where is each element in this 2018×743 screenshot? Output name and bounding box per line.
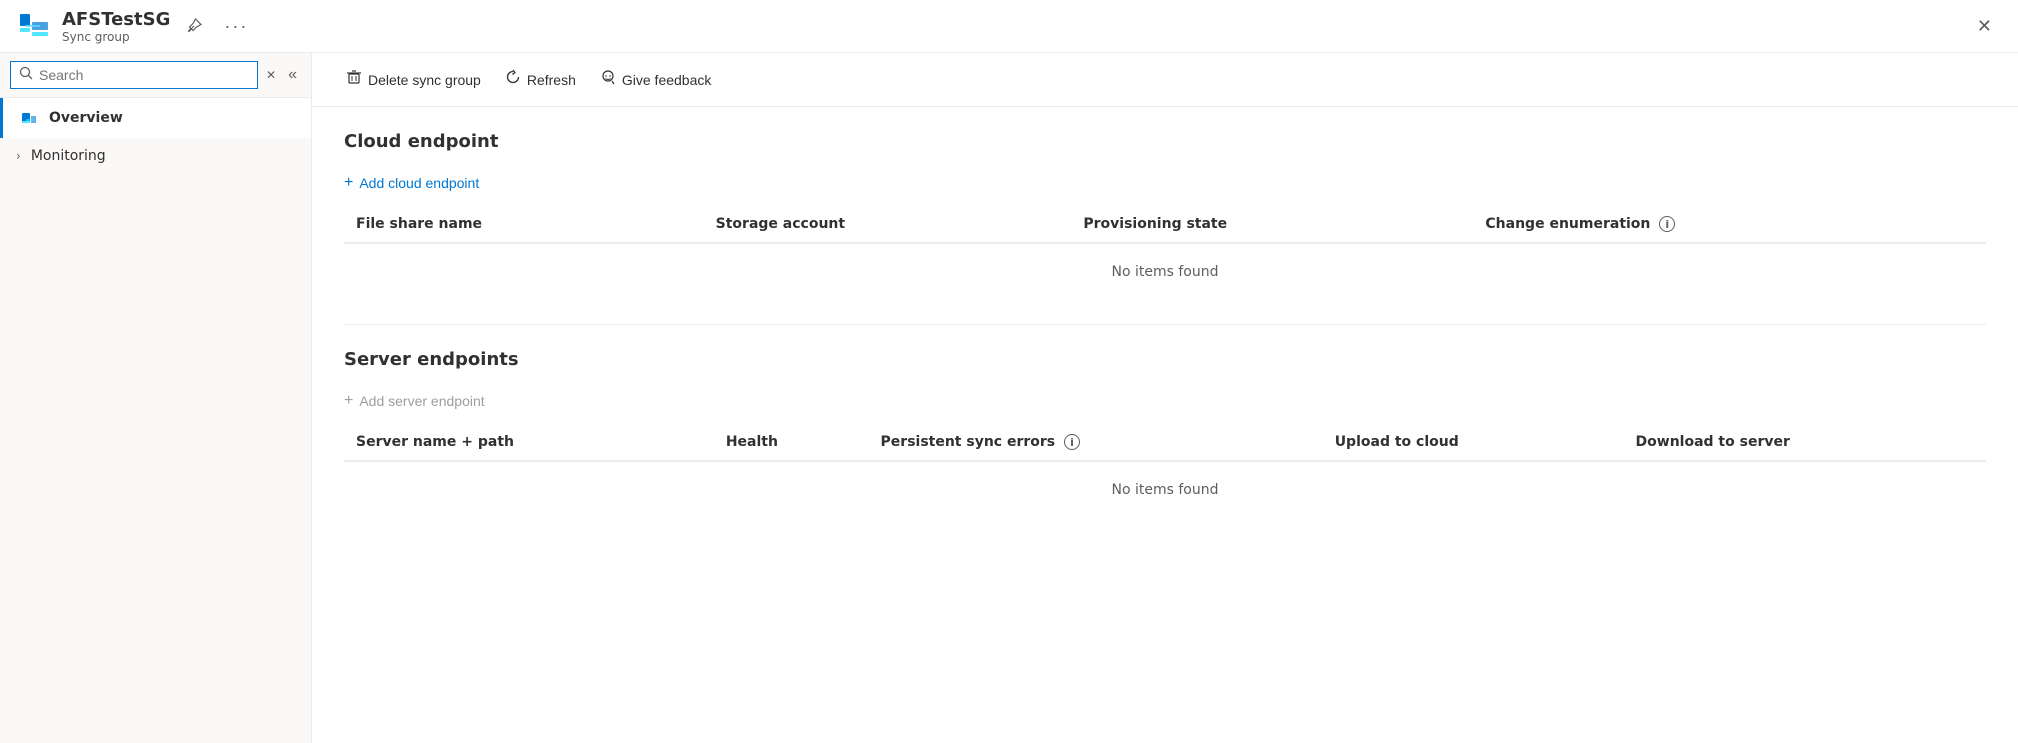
add-server-endpoint-button[interactable]: + Add server endpoint <box>344 386 485 416</box>
app-title: AFSTestSG <box>62 9 170 30</box>
app-subtitle: Sync group <box>62 30 170 44</box>
search-bar: ✕ « <box>0 53 311 98</box>
search-icon <box>19 66 33 84</box>
plus-icon: + <box>344 174 353 192</box>
col-file-share-name: File share name <box>344 206 704 243</box>
toolbar: Delete sync group Refresh <box>312 53 2018 107</box>
content-area: Delete sync group Refresh <box>312 53 2018 743</box>
top-bar-left: AFSTestSG Sync group ··· <box>16 8 254 44</box>
server-endpoints-title: Server endpoints <box>344 349 1986 370</box>
change-enumeration-info-icon[interactable]: i <box>1659 216 1675 232</box>
cloud-endpoint-title: Cloud endpoint <box>344 131 1986 152</box>
col-upload-to-cloud: Upload to cloud <box>1323 424 1624 461</box>
sidebar-item-monitoring[interactable]: › Monitoring <box>0 138 311 174</box>
col-provisioning-state: Provisioning state <box>1071 206 1473 243</box>
add-server-endpoint-label: Add server endpoint <box>359 393 484 409</box>
cloud-endpoint-no-items-row: No items found <box>344 243 1986 300</box>
cloud-endpoint-table: File share name Storage account Provisio… <box>344 206 1986 300</box>
monitoring-label: Monitoring <box>31 148 106 164</box>
pin-icon <box>186 18 202 34</box>
more-icon: ··· <box>224 16 248 37</box>
cloud-endpoint-no-items-text: No items found <box>344 243 1986 300</box>
app-icon <box>16 8 52 44</box>
server-endpoints-section: Server endpoints + Add server endpoint S… <box>312 325 2018 542</box>
refresh-button[interactable]: Refresh <box>495 63 586 96</box>
server-endpoints-table-header: Server name + path Health Persistent syn… <box>344 424 1986 461</box>
refresh-label: Refresh <box>527 72 576 88</box>
persistent-sync-errors-info-icon[interactable]: i <box>1064 434 1080 450</box>
search-clear-button[interactable]: ✕ <box>262 68 280 82</box>
cloud-endpoint-section: Cloud endpoint + Add cloud endpoint File… <box>312 107 2018 324</box>
add-cloud-endpoint-button[interactable]: + Add cloud endpoint <box>344 168 479 198</box>
server-endpoints-table: Server name + path Health Persistent syn… <box>344 424 1986 518</box>
delete-icon <box>346 69 362 90</box>
col-health: Health <box>714 424 869 461</box>
refresh-icon <box>505 69 521 90</box>
chevron-right-icon: › <box>16 149 21 163</box>
search-input-wrapper <box>10 61 258 89</box>
plus-server-icon: + <box>344 392 353 410</box>
sidebar: ✕ « Overview › Monitoring <box>0 53 312 743</box>
more-button[interactable]: ··· <box>218 12 254 41</box>
title-group: AFSTestSG Sync group <box>62 9 170 44</box>
col-persistent-sync-errors: Persistent sync errors i <box>869 424 1323 461</box>
overview-label: Overview <box>49 110 123 126</box>
delete-sync-group-label: Delete sync group <box>368 72 481 88</box>
give-feedback-label: Give feedback <box>622 72 712 88</box>
search-collapse-button[interactable]: « <box>284 62 301 88</box>
feedback-icon <box>600 69 616 90</box>
sidebar-item-overview[interactable]: Overview <box>0 98 311 138</box>
main-layout: ✕ « Overview › Monitoring <box>0 53 2018 743</box>
cloud-endpoint-table-header: File share name Storage account Provisio… <box>344 206 1986 243</box>
server-endpoints-no-items-row: No items found <box>344 461 1986 518</box>
close-button[interactable]: ✕ <box>1967 10 2002 43</box>
search-input[interactable] <box>39 67 249 83</box>
col-change-enumeration: Change enumeration i <box>1473 206 1986 243</box>
overview-icon <box>19 108 39 128</box>
give-feedback-button[interactable]: Give feedback <box>590 63 722 96</box>
pin-button[interactable] <box>180 14 208 38</box>
delete-sync-group-button[interactable]: Delete sync group <box>336 63 491 96</box>
top-bar: AFSTestSG Sync group ··· ✕ <box>0 0 2018 53</box>
col-server-name-path: Server name + path <box>344 424 714 461</box>
server-endpoints-no-items-text: No items found <box>344 461 1986 518</box>
col-download-to-server: Download to server <box>1624 424 1986 461</box>
add-cloud-endpoint-label: Add cloud endpoint <box>359 175 479 191</box>
col-storage-account: Storage account <box>704 206 1072 243</box>
